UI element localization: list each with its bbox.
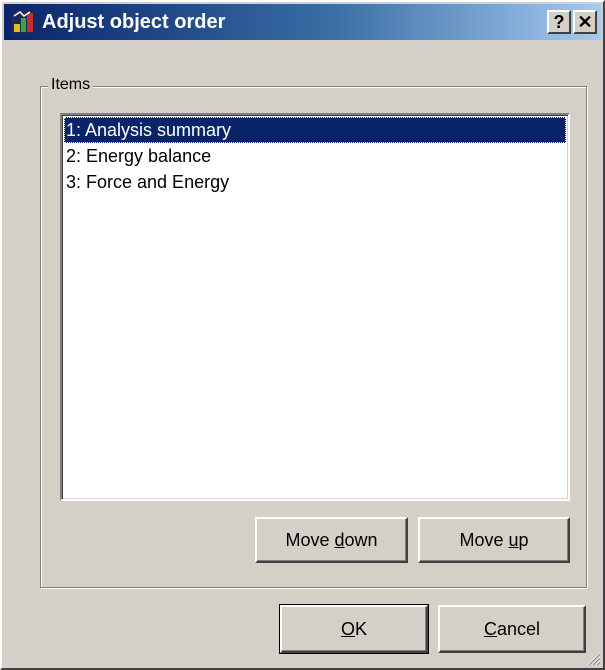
ok-label-suffix: K <box>355 619 368 639</box>
cancel-button[interactable]: Cancel <box>438 605 586 653</box>
title-bar[interactable]: Adjust object order ? ✕ <box>4 4 601 40</box>
move-down-label-prefix: Move <box>285 530 335 550</box>
close-x-icon: ✕ <box>577 12 593 32</box>
list-item-energy-balance[interactable]: 2: Energy balance <box>64 143 566 169</box>
cancel-label-suffix: ancel <box>496 619 541 639</box>
cancel-hotkey: C <box>483 619 497 639</box>
items-group-label: Items <box>48 75 94 95</box>
help-button[interactable]: ? <box>547 10 571 34</box>
ok-button[interactable]: OK <box>279 604 429 654</box>
move-up-hotkey: u <box>508 530 519 550</box>
move-up-label-prefix: Move <box>459 530 509 550</box>
dialog-window: Adjust object order ? ✕ Items 1: Analysi… <box>0 0 605 670</box>
close-button[interactable]: ✕ <box>573 10 597 34</box>
list-item-analysis-summary[interactable]: 1: Analysis summary <box>64 117 566 143</box>
app-icon <box>12 10 36 34</box>
items-listbox[interactable]: 1: Analysis summary 2: Energy balance 3:… <box>60 113 570 501</box>
move-up-label-suffix: p <box>518 530 529 550</box>
list-item-force-and-energy[interactable]: 3: Force and Energy <box>64 169 566 195</box>
help-question-icon: ? <box>553 12 565 32</box>
move-up-button[interactable]: Move up <box>418 517 570 563</box>
ok-hotkey: O <box>340 619 355 639</box>
move-down-button[interactable]: Move down <box>255 517 408 563</box>
resize-grip-icon[interactable] <box>585 650 601 666</box>
window-title: Adjust object order <box>42 11 226 33</box>
move-down-hotkey: d <box>334 530 345 550</box>
move-down-label-suffix: own <box>344 530 378 550</box>
